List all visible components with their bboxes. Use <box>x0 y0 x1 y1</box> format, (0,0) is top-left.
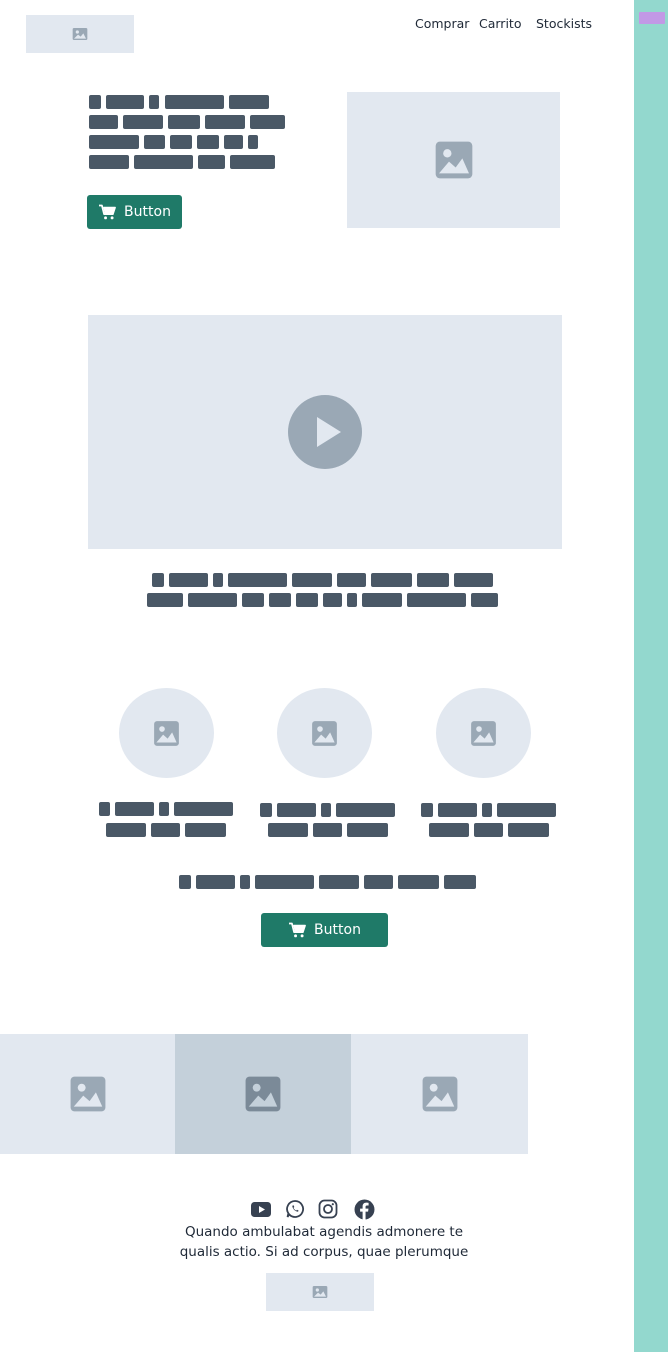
facebook-icon[interactable] <box>353 1198 375 1220</box>
side-panel-chip[interactable] <box>639 12 665 24</box>
image-icon <box>471 720 496 746</box>
youtube-icon[interactable] <box>250 1198 272 1220</box>
hero-button-label: Button <box>124 204 171 220</box>
header-logo[interactable] <box>26 15 134 53</box>
hero-add-to-cart-button[interactable]: Button <box>87 195 182 229</box>
feature-1-image <box>119 688 214 778</box>
image-icon <box>312 1286 328 1298</box>
whatsapp-icon[interactable] <box>284 1198 306 1220</box>
hero-image <box>347 92 560 228</box>
image-icon <box>72 28 88 40</box>
cart-icon <box>99 204 116 220</box>
instagram-icon[interactable] <box>317 1198 339 1220</box>
gallery-tile-2[interactable] <box>175 1034 351 1154</box>
nav-link-carrito[interactable]: Carrito <box>479 16 521 31</box>
feature-2-image <box>277 688 372 778</box>
nav-link-comprar[interactable]: Comprar <box>415 16 469 31</box>
image-icon <box>435 141 472 179</box>
video-player[interactable] <box>88 315 562 549</box>
play-icon[interactable] <box>288 395 362 469</box>
nav-link-stockists[interactable]: Stockists <box>536 16 592 31</box>
footer-description: Quando ambulabat agendis admonere te qua… <box>150 1222 498 1262</box>
footer-text-line-1: Quando ambulabat agendis admonere te <box>184 1224 464 1240</box>
side-panel-strip <box>634 0 668 1352</box>
image-icon <box>245 1076 281 1112</box>
gallery-tile-3[interactable] <box>351 1034 528 1154</box>
footer-logo[interactable] <box>266 1273 374 1311</box>
image-icon <box>154 720 179 746</box>
cart-icon <box>289 922 306 938</box>
features-add-to-cart-button[interactable]: Button <box>261 913 388 947</box>
gallery-tile-1[interactable] <box>0 1034 175 1154</box>
features-button-label: Button <box>314 922 361 938</box>
image-icon <box>422 1076 457 1112</box>
footer-text-line-2: qualis actio. Si ad corpus, quae plerumq… <box>179 1244 469 1260</box>
image-icon <box>70 1076 105 1112</box>
image-icon <box>312 720 337 746</box>
feature-3-image <box>436 688 531 778</box>
